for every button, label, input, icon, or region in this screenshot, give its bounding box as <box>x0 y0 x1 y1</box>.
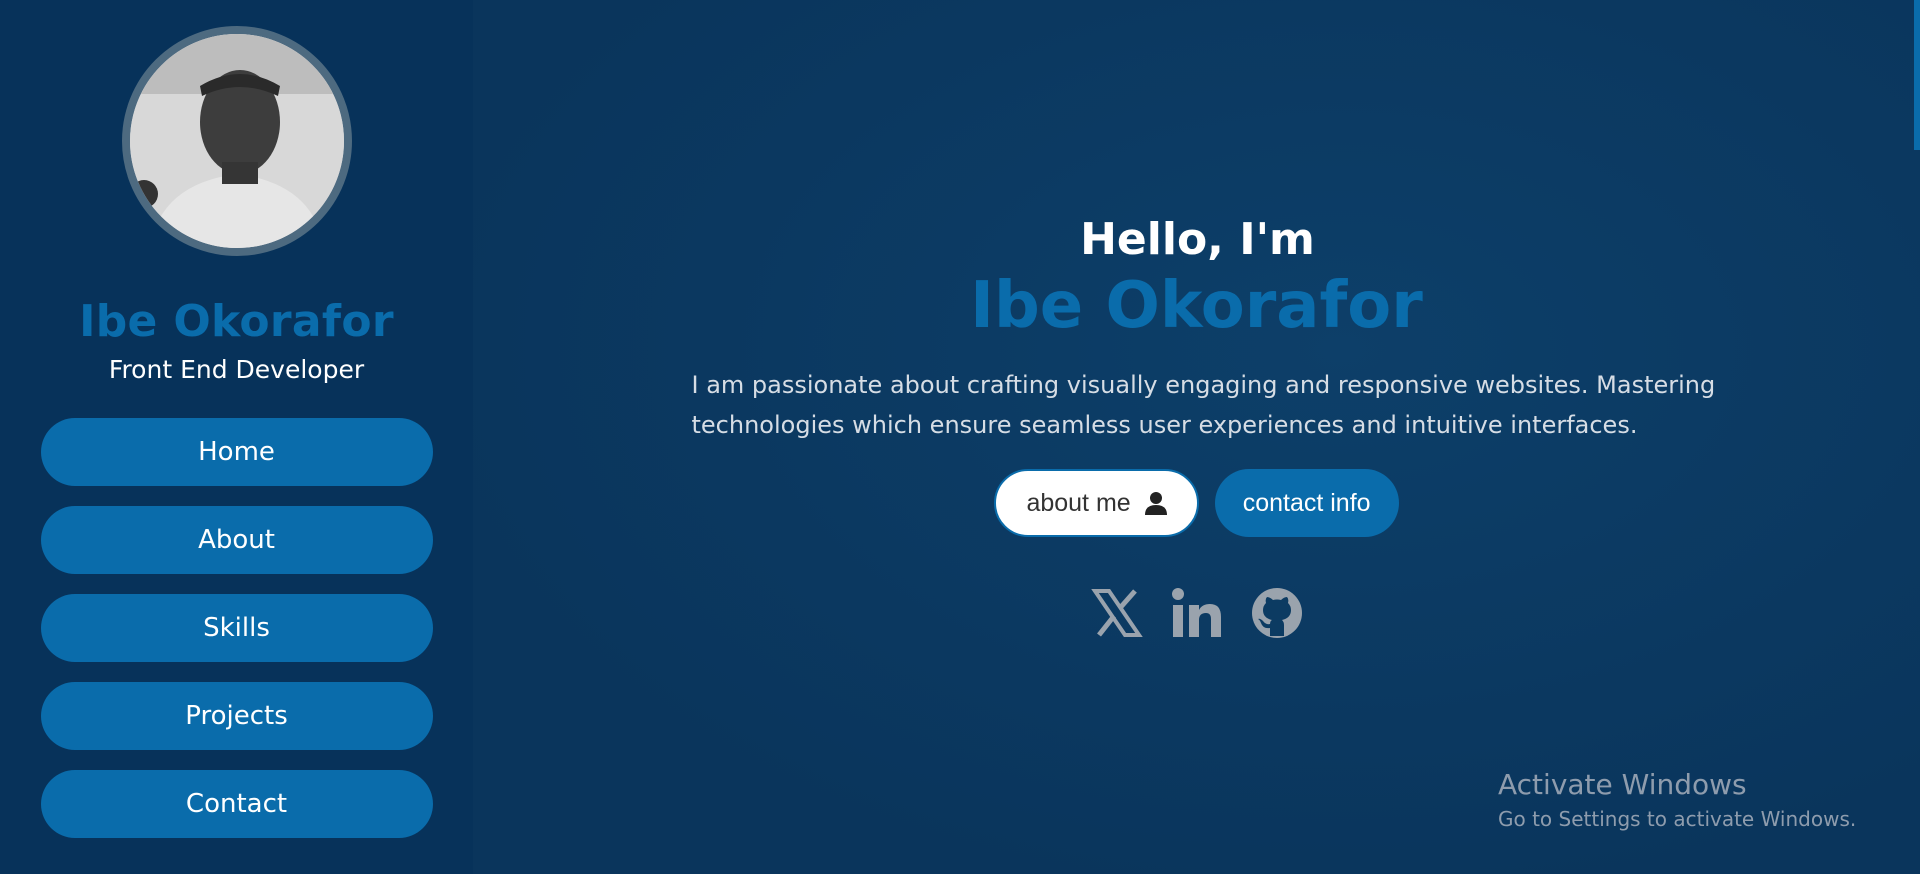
nav-contact-button[interactable]: Contact <box>40 770 433 838</box>
profile-photo <box>129 34 344 248</box>
x-icon[interactable] <box>1090 587 1143 639</box>
github-icon[interactable] <box>1251 587 1303 639</box>
social-links <box>1090 587 1303 639</box>
hero-name: Ibe Okorafor <box>970 269 1423 343</box>
avatar <box>121 26 352 256</box>
nav-skills-button[interactable]: Skills <box>40 594 433 662</box>
hero-actions: about me contact info <box>994 469 1399 537</box>
watermark-title: Activate Windows <box>1498 768 1747 801</box>
hero-bio: I am passionate about crafting visually … <box>691 371 1716 439</box>
watermark-subtitle: Go to Settings to activate Windows. <box>1498 807 1857 831</box>
contact-info-label: contact info <box>1242 488 1371 517</box>
contact-info-button[interactable]: contact info <box>1214 469 1399 537</box>
hero-greeting: Hello, I'm <box>1080 214 1315 265</box>
about-me-button[interactable]: about me <box>994 469 1199 537</box>
windows-activation-watermark: Activate Windows Go to Settings to activ… <box>1498 768 1856 831</box>
nav-projects-button[interactable]: Projects <box>40 682 433 750</box>
main-content: Hello, I'm Ibe Okorafor I am passionate … <box>473 0 1920 874</box>
about-me-label: about me <box>1026 488 1131 517</box>
sidebar-role: Front End Developer <box>108 355 365 384</box>
sidebar-name: Ibe Okorafor <box>79 296 394 347</box>
hero-section: Hello, I'm Ibe Okorafor I am passionate … <box>473 214 1920 639</box>
user-icon <box>1144 491 1167 515</box>
nav-about-button[interactable]: About <box>40 506 433 574</box>
sidebar-nav: Home About Skills Projects Contact <box>40 418 433 838</box>
linkedin-icon[interactable] <box>1171 587 1223 639</box>
nav-home-button[interactable]: Home <box>40 418 433 486</box>
scrollbar[interactable] <box>1914 0 1920 150</box>
sidebar: Ibe Okorafor Front End Developer Home Ab… <box>0 0 473 874</box>
